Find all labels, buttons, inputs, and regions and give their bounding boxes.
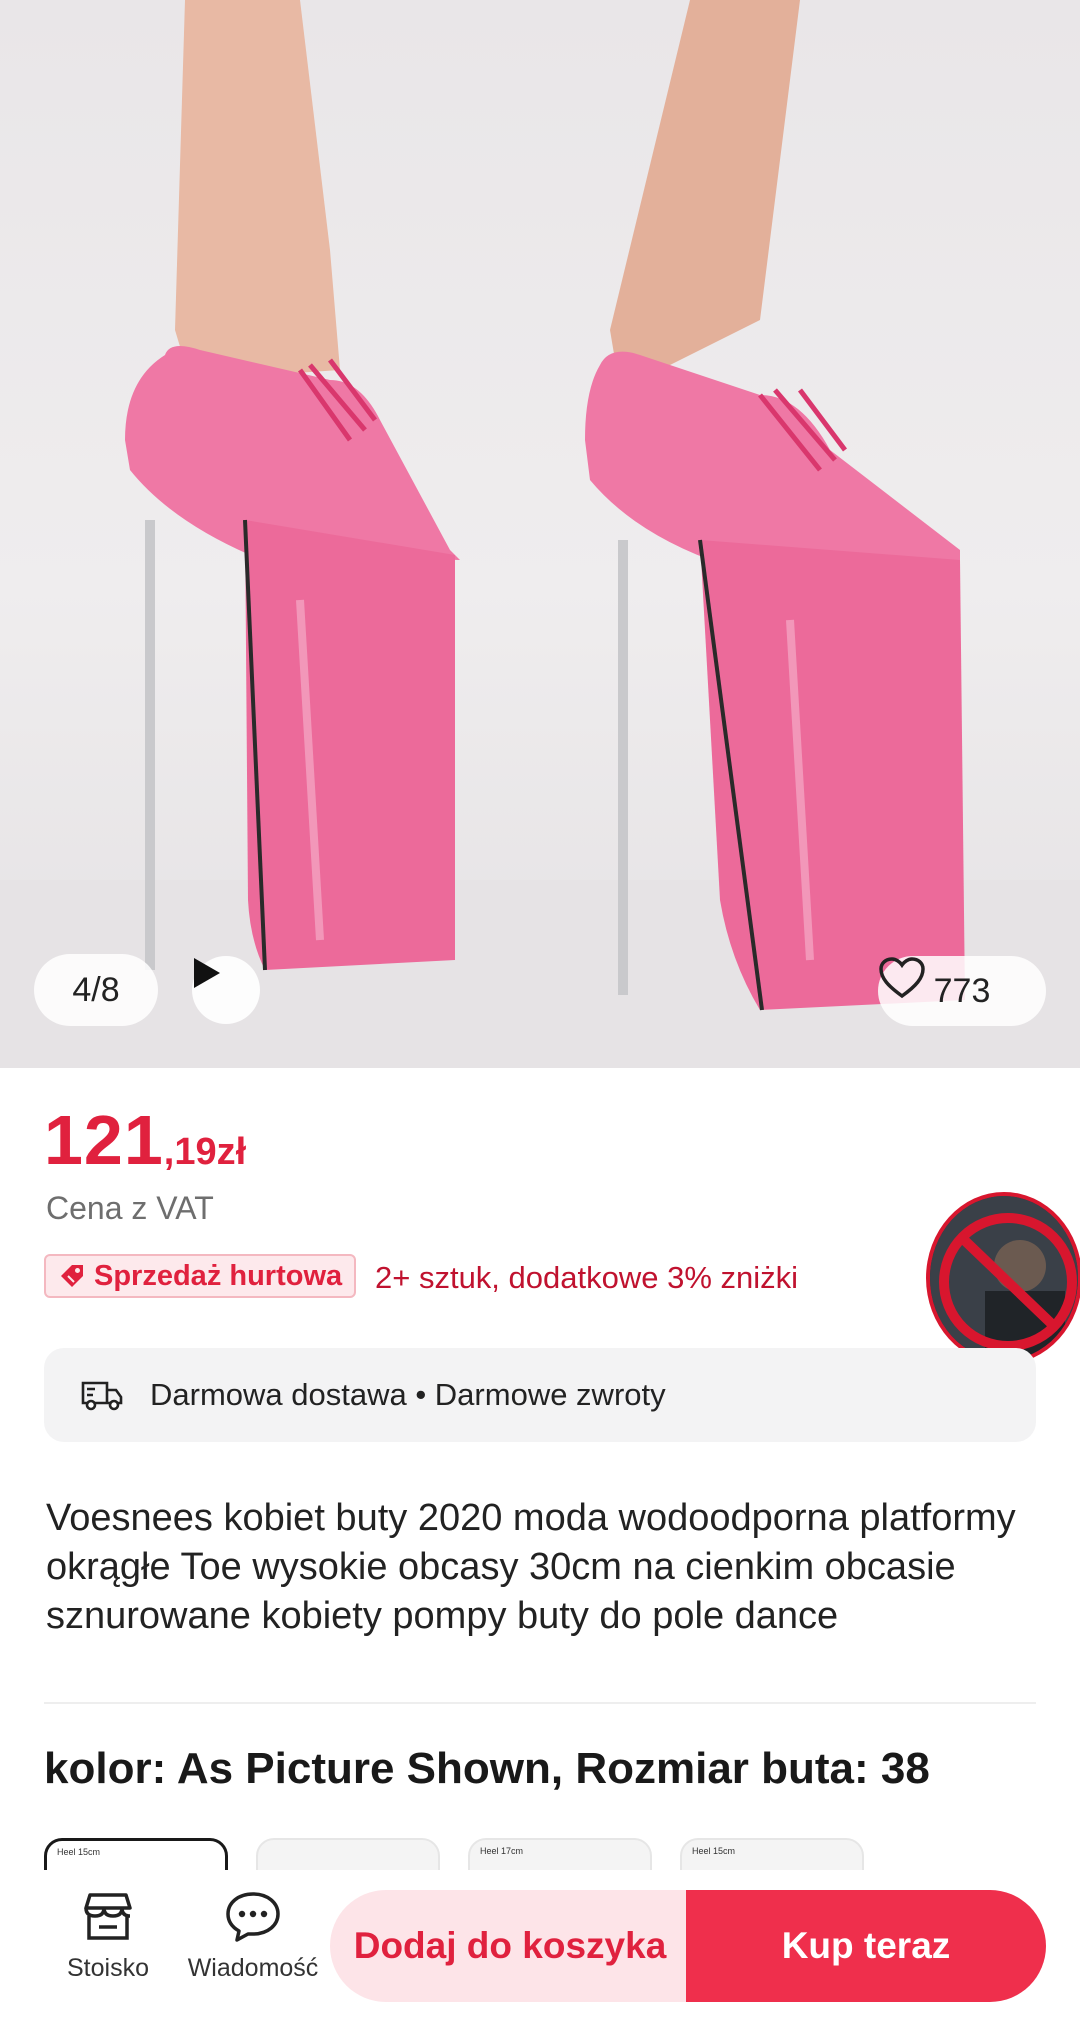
store-button[interactable]: Stoisko: [56, 1890, 160, 1983]
message-label: Wiadomość: [187, 1954, 319, 1982]
variant-thumbnails: Heel 15cm Heel 17cm Heel 15cm: [44, 1836, 1080, 1870]
store-icon: [84, 1893, 132, 1940]
play-icon: [194, 958, 220, 988]
tag-icon: [61, 1265, 83, 1287]
store-label: Stoisko: [67, 1954, 149, 1982]
divider: [44, 1702, 1036, 1704]
add-to-cart-button[interactable]: Dodaj do koszyka: [330, 1890, 690, 2002]
truck-icon: [81, 1381, 123, 1411]
wholesale-badge[interactable]: Sprzedaż hurtowa: [44, 1254, 357, 1298]
variant-thumb-2[interactable]: [256, 1838, 440, 1870]
message-button[interactable]: Wiadomość: [178, 1890, 328, 1983]
variant-thumb-label: Heel 15cm: [57, 1847, 101, 1857]
like-count: 773: [933, 971, 991, 1010]
wishlist-button[interactable]: 773: [878, 956, 1046, 1026]
delivery-text: Darmowa dostawa • Darmowe zwroty: [150, 1377, 666, 1412]
wholesale-badge-label: Sprzedaż hurtowa: [94, 1259, 343, 1292]
bottom-action-bar: Stoisko Wiadomość Dodaj do koszyka Kup t…: [0, 1870, 1080, 2031]
image-counter: 4/8: [34, 954, 158, 1026]
variant-thumb-1[interactable]: Heel 15cm: [44, 1838, 228, 1870]
floating-video-avatar[interactable]: [926, 1192, 1080, 1364]
product-title: Voesnees kobiet buty 2020 moda wodoodpor…: [46, 1497, 1016, 1637]
price-integer: 121: [44, 1101, 164, 1179]
product-image-gallery[interactable]: 4/8 773: [0, 0, 1080, 1068]
variant-thumb-4[interactable]: Heel 15cm: [680, 1838, 864, 1870]
variant-selection-heading[interactable]: kolor: As Picture Shown, Rozmiar buta: 3…: [44, 1744, 1034, 1794]
variant-thumb-label: Heel 15cm: [692, 1846, 736, 1856]
price-decimal: ,19zł: [163, 1131, 247, 1173]
play-video-button[interactable]: [192, 956, 260, 1024]
no-entry-icon: [930, 1196, 1078, 1360]
price: 121 ,19zł: [44, 1100, 246, 1180]
product-page: 4/8 773 121 ,19zł Cena z VAT Sprzedaż hu…: [0, 0, 1080, 2031]
delivery-info[interactable]: Darmowa dostawa • Darmowe zwroty: [44, 1348, 1036, 1442]
product-photo: [0, 0, 1080, 1068]
variant-thumb-3[interactable]: Heel 17cm: [468, 1838, 652, 1870]
variant-thumb-label: Heel 17cm: [480, 1846, 524, 1856]
chat-icon: [226, 1892, 280, 1942]
buy-now-button[interactable]: Kup teraz: [686, 1890, 1046, 2002]
wholesale-discount-text[interactable]: 2+ sztuk, dodatkowe 3% zniżki: [375, 1260, 798, 1296]
heart-icon: [879, 957, 925, 999]
vat-note: Cena z VAT: [46, 1190, 214, 1226]
